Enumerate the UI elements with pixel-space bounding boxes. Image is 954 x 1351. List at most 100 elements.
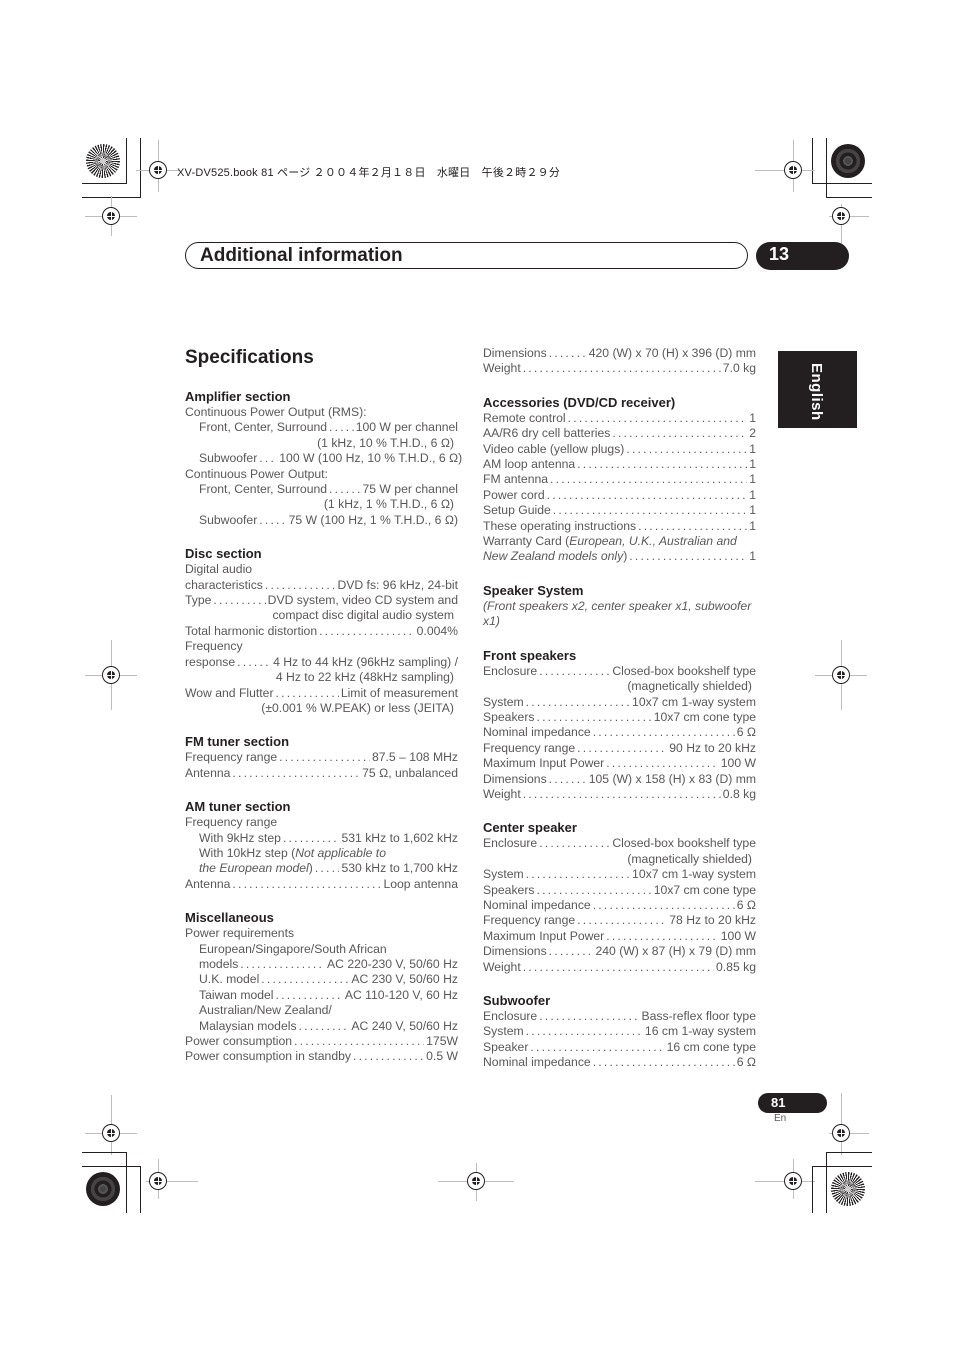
spec-row: System16 cm 1-way system [483,1024,756,1039]
front-speakers-section: Front speakers EnclosureClosed-box books… [483,647,756,803]
spec-row: Dimensions105 (W) x 158 (H) x 83 (D) mm [483,772,756,787]
spec-row: Nominal impedance6 Ω [483,898,756,913]
color-bar-target-icon [86,1172,120,1206]
crop-mark [82,1166,141,1167]
spec-row: EnclosureClosed-box bookshelf type [483,836,756,851]
speaker-system-section: Speaker System (Front speakers x2, cente… [483,582,756,630]
spec-row: Power consumption175W [185,1034,458,1049]
spec-continuation: (magnetically shielded) [627,851,752,866]
section-title: Miscellaneous [185,910,274,926]
crop-mark [826,197,872,198]
subwoofer-section: Subwoofer EnclosureBass-reflex floor typ… [483,992,756,1071]
accessory-item: Warranty Card (European, U.K., Australia… [483,534,737,549]
spec-row: Taiwan modelAC 110-120 V, 60 Hz [185,988,458,1003]
section-title: Accessories (DVD/CD receiver) [483,394,676,410]
spec-row: Weight0.85 kg [483,960,756,975]
spec-row: Speakers10x7 cm cone type [483,883,756,898]
accessory-item: These operating instructions1 [483,519,756,534]
spec-row: Power consumption in standby0.5 W [185,1049,458,1064]
section-title: Center speaker [483,820,577,836]
right-column: Dimensions420 (W) x 70 (H) x 396 (D) mm … [483,346,756,1088]
crop-mark [812,1166,872,1167]
section-title: Amplifier section [185,389,291,404]
spec-row: Maximum Input Power100 W [483,929,756,944]
disc-section: Disc section Digital audio characteristi… [185,545,458,716]
spec-label: With 10kHz step (Not applicable to [199,845,386,860]
spec-row: Malaysian modelsAC 240 V, 50/60 Hz [185,1019,458,1034]
spec-label: European/Singapore/South African [199,941,387,956]
spec-row: Weight7.0 kg [483,361,756,376]
language-tab: English [778,351,857,428]
page-number-badge: 81 [758,1093,827,1113]
spec-row: AntennaLoop antenna [185,877,458,892]
crop-mark [826,1152,827,1213]
accessory-item: Video cable (yellow plugs)1 [483,442,756,457]
accessory-item: AM loop antenna1 [483,457,756,472]
accessory-item: FM antenna1 [483,472,756,487]
spec-row: the European model)530 kHz to 1,700 kHz [185,861,458,876]
crop-mark [826,1152,872,1153]
color-bar-target-icon [86,144,120,178]
miscellaneous-section: Miscellaneous Power requirements Europea… [185,909,458,1065]
spec-continuation: compact disc digital audio system [272,608,454,623]
crop-mark [126,138,127,183]
page-title: Specifications [185,347,314,368]
crop-mark [812,183,872,184]
accessory-item: Power cord1 [483,488,756,503]
crop-mark [812,1166,813,1213]
chapter-number-badge: 13 [756,242,849,270]
spec-row: System10x7 cm 1-way system [483,867,756,882]
crop-mark [812,138,813,183]
spec-label: Digital audio [185,562,253,577]
spec-row: U.K. modelAC 230 V, 50/60 Hz [185,972,458,987]
color-bar-target-icon [831,144,865,178]
section-title: Disc section [185,546,262,562]
main-unit-dimensions: Dimensions420 (W) x 70 (H) x 396 (D) mm … [483,346,756,377]
section-title: Front speakers [483,647,577,663]
spec-row: With 9kHz step531 kHz to 1,602 kHz [185,831,458,846]
section-title: AM tuner section [185,799,291,815]
amplifier-section: Amplifier section Continuous Power Outpu… [185,388,462,528]
crop-mark [126,1152,127,1213]
spec-continuation: (1 kHz, 1 % T.H.D., 6 Ω) [323,497,454,512]
spec-row: Dimensions240 (W) x 87 (H) x 79 (D) mm [483,944,756,959]
section-title: FM tuner section [185,734,290,750]
spec-row: Frequency range78 Hz to 20 kHz [483,913,756,928]
spec-row: System10x7 cm 1-way system [483,695,756,710]
spec-row: characteristicsDVD fs: 96 kHz, 24-bit [185,578,458,593]
spec-row: Speaker16 cm cone type [483,1040,756,1055]
spec-row: Antenna75 Ω, unbalanced [185,766,458,781]
spec-row: Subwoofer75 W (100 Hz, 1 % T.H.D., 6 Ω) [185,513,458,528]
color-bar-target-icon [831,1172,865,1206]
accessories-section: Accessories (DVD/CD receiver) Remote con… [483,394,756,565]
spec-label: Australian/New Zealand/ [199,1003,332,1018]
accessory-item: Setup Guide1 [483,503,756,518]
print-slug: XV-DV525.book 81 ページ ２００４年２月１８日 水曜日 午後２時… [177,167,561,179]
am-tuner-section: AM tuner section Frequency range With 9k… [185,798,458,892]
section-title: Speaker System [483,582,584,598]
chapter-header-bar: Additional information [185,242,748,269]
spec-row: Frequency range87.5 – 108 MHz [185,750,458,765]
spec-label: Continuous Power Output (RMS): [185,405,367,419]
language-tab-label: English [808,363,825,421]
spec-label: Frequency range [185,815,278,830]
spec-row: TypeDVD system, video CD system and [185,593,458,608]
spec-row: Wow and FlutterLimit of measurement [185,686,458,701]
spec-row: Front, Center, Surround100 W per channel [185,420,458,435]
spec-row: EnclosureBass-reflex floor type [483,1009,756,1024]
spec-row: Front, Center, Surround75 W per channel [185,482,458,497]
center-speaker-section: Center speaker EnclosureClosed-box books… [483,819,756,975]
spec-row: EnclosureClosed-box bookshelf type [483,664,756,679]
spec-row: Total harmonic distortion0.004% [185,624,458,639]
spec-label: Frequency [185,639,243,654]
spec-label: Continuous Power Output: [185,466,328,481]
spec-row: Dimensions420 (W) x 70 (H) x 396 (D) mm [483,346,756,361]
accessory-item: Remote control1 [483,411,756,426]
crop-mark [140,1166,141,1213]
crop-mark [82,1152,127,1153]
spec-continuation: (magnetically shielded) [627,679,752,694]
chapter-title: Additional information [200,245,403,266]
spec-row: Maximum Input Power100 W [483,756,756,771]
crop-mark [140,138,141,198]
spec-continuation: 4 Hz to 22 kHz (48kHz sampling) [275,670,454,685]
